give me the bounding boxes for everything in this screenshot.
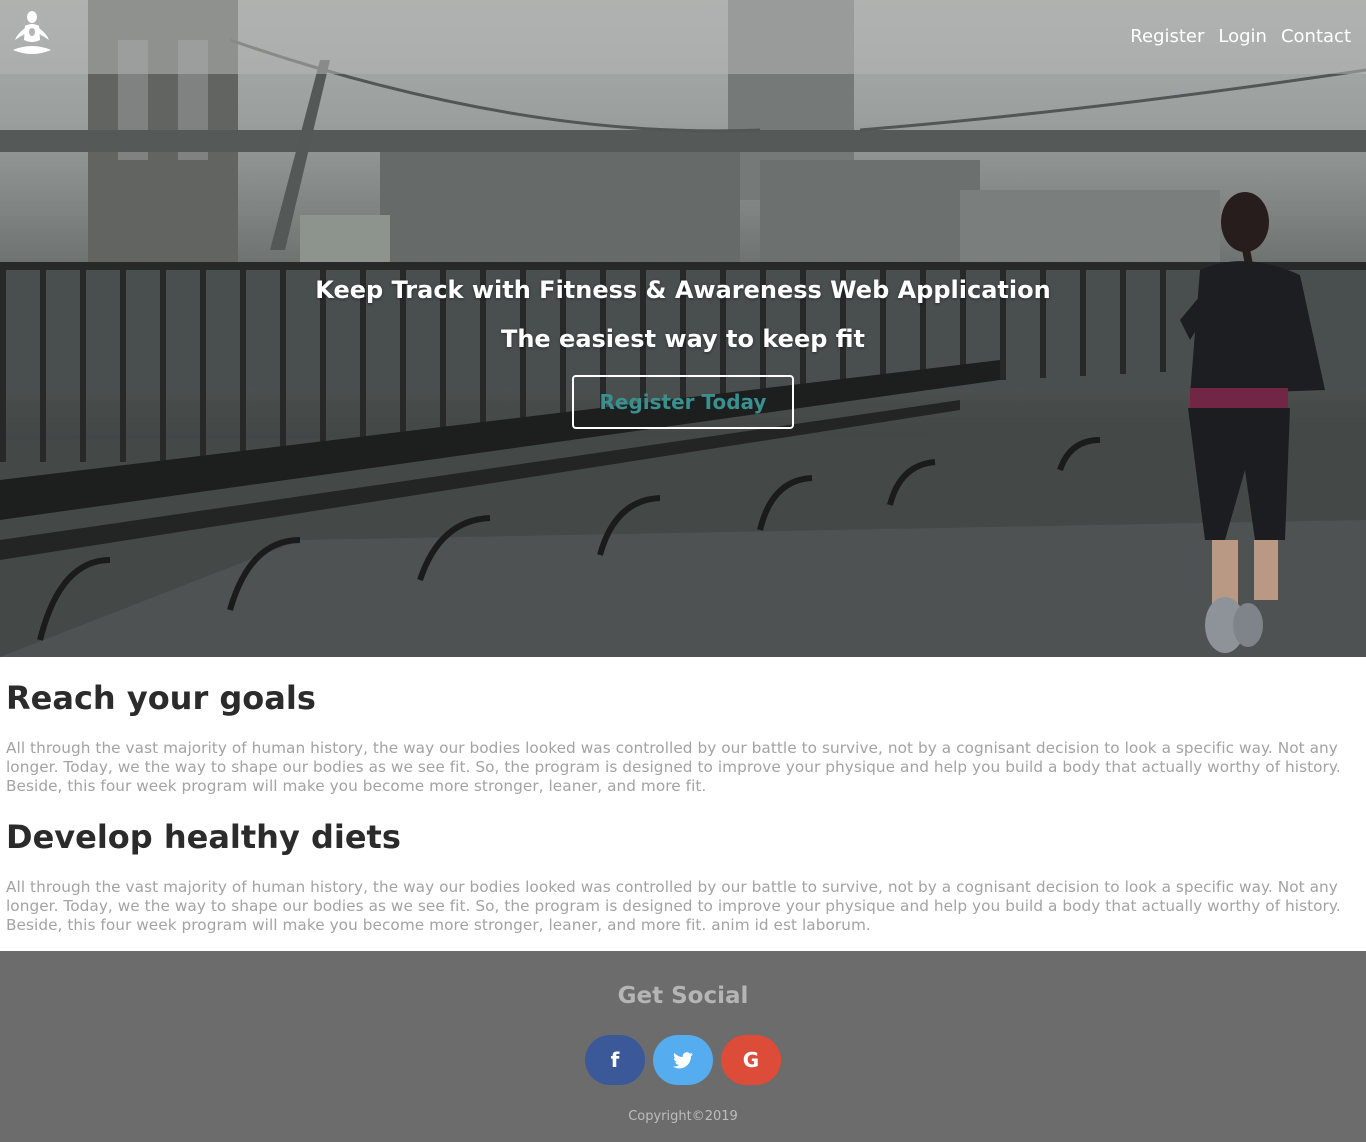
section-body: All through the vast majority of human h… xyxy=(6,739,1341,795)
meditation-figure-icon[interactable] xyxy=(9,10,55,60)
hero-subtitle: The easiest way to keep fit xyxy=(500,325,866,353)
facebook-icon: f xyxy=(610,1048,620,1072)
section-body: All through the vast majority of human h… xyxy=(6,878,1341,934)
hero-banner: Register Login Contact Keep Track with F… xyxy=(0,0,1366,657)
section-heading: Develop healthy diets xyxy=(6,818,401,856)
footer: Get Social f G Copyright©2019 xyxy=(0,951,1366,1142)
nav-register-link[interactable]: Register xyxy=(1130,26,1204,48)
social-links: f G xyxy=(585,1035,781,1085)
section-reach-goals: Reach your goals All through the vast ma… xyxy=(6,679,1346,796)
twitter-button[interactable] xyxy=(653,1035,713,1085)
section-heading: Reach your goals xyxy=(6,679,316,717)
twitter-icon xyxy=(673,1051,693,1068)
register-today-button[interactable]: Register Today xyxy=(572,375,794,429)
copyright-text: Copyright©2019 xyxy=(628,1109,738,1124)
nav-contact-link[interactable]: Contact xyxy=(1281,26,1351,48)
footer-title: Get Social xyxy=(617,983,749,1009)
section-healthy-diets: Develop healthy diets All through the va… xyxy=(6,818,1346,935)
nav-login-link[interactable]: Login xyxy=(1218,26,1267,48)
top-navigation-bar: Register Login Contact xyxy=(0,0,1366,74)
google-button[interactable]: G xyxy=(721,1035,781,1085)
facebook-button[interactable]: f xyxy=(585,1035,645,1085)
main-navigation: Register Login Contact xyxy=(1130,26,1351,48)
google-icon: G xyxy=(742,1048,760,1072)
hero-title: Keep Track with Fitness & Awareness Web … xyxy=(315,276,1051,304)
